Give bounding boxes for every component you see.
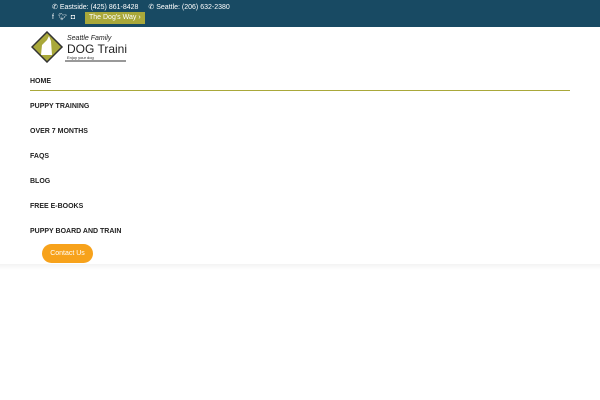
seattle-phone[interactable]: ✆ Seattle: (206) 632-2380 bbox=[148, 3, 229, 11]
nav-faqs[interactable]: FAQS bbox=[30, 153, 570, 178]
dogs-way-button[interactable]: The Dog's Way › bbox=[85, 12, 145, 24]
nav-blog[interactable]: BLOG bbox=[30, 178, 570, 203]
nav-home[interactable]: HOME bbox=[30, 78, 570, 91]
instagram-icon[interactable]: ◘ bbox=[71, 14, 75, 21]
main-nav: HOME PUPPY TRAINING OVER 7 MONTHS FAQS B… bbox=[30, 78, 570, 253]
logo-tagline: Enjoy your dog bbox=[67, 55, 94, 60]
phone-icon: ✆ bbox=[52, 4, 60, 11]
nav-puppy-training[interactable]: PUPPY TRAINING bbox=[30, 103, 570, 128]
eastside-phone[interactable]: ✆ Eastside: (425) 861-8428 bbox=[52, 3, 138, 11]
nav-puppy-board-and-train[interactable]: PUPPY BOARD AND TRAIN bbox=[30, 228, 570, 253]
facebook-icon[interactable]: f bbox=[52, 14, 54, 21]
nav-over-7-months[interactable]: OVER 7 MONTHS bbox=[30, 128, 570, 153]
nav-free-ebooks[interactable]: FREE E-BOOKS bbox=[30, 203, 570, 228]
twitter-icon[interactable]: 🐦︎ bbox=[58, 13, 67, 21]
logo-line2: DOG Training bbox=[67, 42, 127, 56]
header-shadow bbox=[0, 264, 600, 270]
top-bar: ✆ Eastside: (425) 861-8428 ✆ Seattle: (2… bbox=[0, 0, 600, 27]
site-logo[interactable]: Seattle Family DOG Training Enjoy your d… bbox=[30, 30, 140, 64]
contact-us-button[interactable]: Contact Us bbox=[42, 244, 93, 263]
logo-line1: Seattle Family bbox=[67, 35, 112, 42]
